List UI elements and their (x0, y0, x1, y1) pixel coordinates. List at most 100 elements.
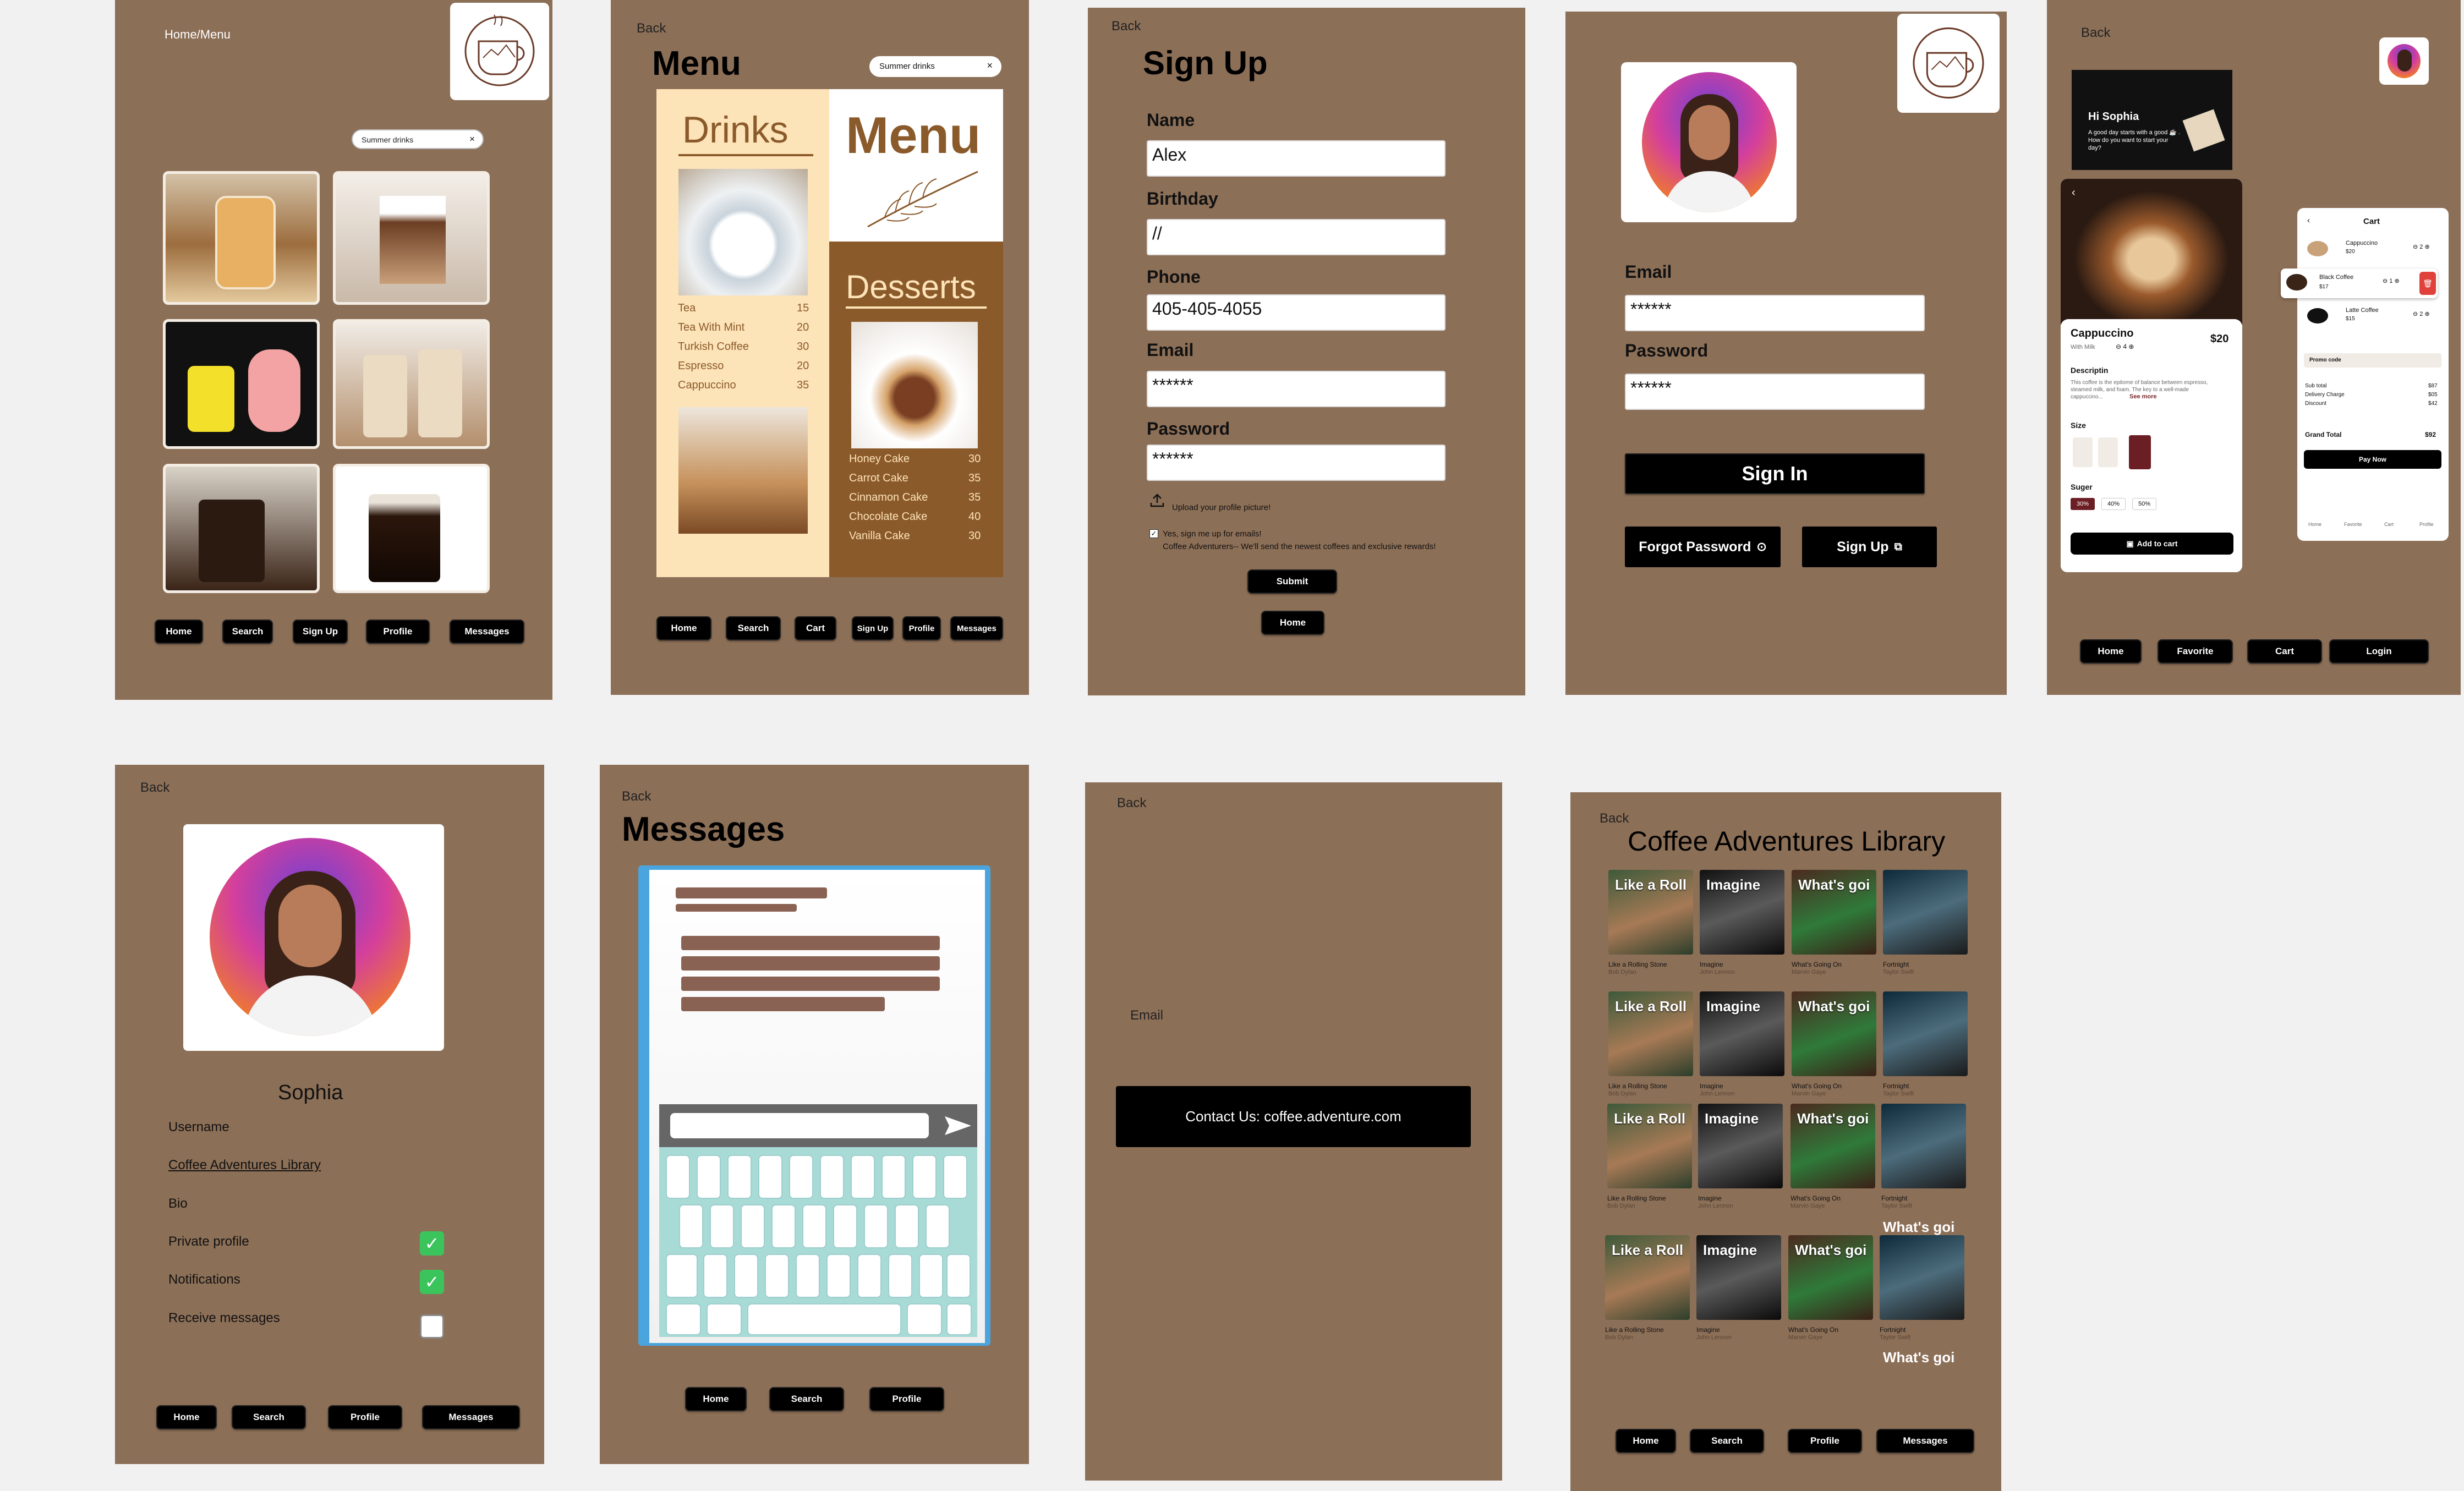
private-profile-checkbox[interactable]: ✓ (420, 1231, 444, 1256)
drink-photo[interactable] (163, 319, 320, 449)
song-card[interactable]: Like a Roll (1607, 1104, 1692, 1188)
profile-avatar-button[interactable] (2379, 37, 2429, 85)
contact-us-button[interactable]: Contact Us: coffee.adventure.com (1116, 1086, 1471, 1147)
tab-favorite[interactable]: Favorite (2344, 522, 2362, 527)
nav-sign-up[interactable]: Sign Up (293, 620, 348, 644)
song-card[interactable]: Like a Roll (1608, 870, 1693, 955)
email-field[interactable]: ****** (1147, 371, 1445, 407)
song-card[interactable]: Imagine (1700, 991, 1784, 1076)
sign-up-button[interactable]: Sign Up ⧉ (1802, 527, 1937, 567)
qty-stepper[interactable]: ⊖ 1 ⊕ (2383, 277, 2400, 284)
song-card[interactable]: What's goi (1790, 1104, 1875, 1188)
sugar-option[interactable]: 50% (2132, 498, 2156, 510)
sign-in-button[interactable]: Sign In (1625, 453, 1925, 494)
space-key[interactable] (747, 1303, 901, 1335)
nav-cart[interactable]: Cart (2247, 639, 2322, 664)
cart-item[interactable]: Black Coffee $17 ⊖ 1 ⊕ 🗑 (2281, 268, 2438, 298)
sugar-option[interactable]: 40% (2101, 498, 2126, 510)
song-card[interactable] (1883, 870, 1968, 955)
nav-profile[interactable]: Profile (1788, 1429, 1862, 1453)
drink-photo[interactable] (163, 171, 320, 305)
nav-search[interactable]: Search (726, 616, 781, 640)
receive-messages-checkbox[interactable] (420, 1314, 444, 1339)
upload-icon[interactable] (1149, 492, 1165, 508)
birthday-field[interactable]: // (1147, 219, 1445, 255)
song-card[interactable]: Like a Roll (1605, 1235, 1690, 1320)
nav-messages[interactable]: Messages (950, 616, 1003, 640)
nav-login[interactable]: Login (2329, 639, 2429, 664)
nav-search[interactable]: Search (222, 620, 273, 644)
size-medium[interactable] (2098, 437, 2118, 467)
email-consent-checkbox[interactable]: ✓ (1149, 529, 1158, 538)
nav-sign-up[interactable]: Sign Up (852, 616, 894, 640)
drink-photo[interactable] (163, 464, 320, 593)
nav-messages[interactable]: Messages (1876, 1429, 1974, 1453)
close-icon[interactable]: × (987, 60, 993, 72)
nav-search[interactable]: Search (769, 1387, 844, 1411)
drink-photo[interactable] (333, 171, 490, 305)
pay-now-button[interactable]: Pay Now (2304, 450, 2441, 469)
library-link[interactable]: Coffee Adventures Library (168, 1158, 321, 1173)
notifications-checkbox[interactable]: ✓ (420, 1270, 444, 1294)
breadcrumb[interactable]: Home/Menu (165, 28, 231, 42)
song-card[interactable] (1881, 1104, 1966, 1188)
song-card[interactable] (1883, 991, 1968, 1076)
back-link[interactable]: Back (1600, 811, 1629, 826)
nav-home[interactable]: Home (156, 1405, 217, 1429)
see-more-link[interactable]: See more (2129, 393, 2157, 400)
nav-profile[interactable]: Profile (902, 616, 941, 640)
qty-stepper[interactable]: ⊖ 2 ⊕ (2413, 310, 2430, 317)
tab-home[interactable]: Home (2308, 522, 2321, 527)
song-card[interactable] (1880, 1235, 1964, 1320)
home-button[interactable]: Home (1261, 611, 1324, 635)
back-link[interactable]: Back (637, 21, 666, 36)
nav-home[interactable]: Home (656, 616, 711, 640)
cart-item[interactable]: Latte Coffee $15 ⊖ 2 ⊕ (2303, 303, 2443, 330)
song-card[interactable]: What's goi (1792, 870, 1876, 955)
size-small[interactable] (2073, 437, 2093, 467)
add-to-cart-button[interactable]: ▣ Add to cart (2071, 533, 2233, 555)
nav-home[interactable]: Home (1616, 1429, 1676, 1453)
phone-field[interactable]: 405-405-4055 (1147, 294, 1445, 331)
upload-text[interactable]: Upload your profile picture! (1172, 503, 1271, 512)
email-field[interactable]: ****** (1625, 295, 1925, 331)
password-field[interactable]: ****** (1147, 445, 1445, 481)
nav-messages[interactable]: Messages (422, 1405, 520, 1429)
back-link[interactable]: Back (622, 789, 651, 804)
password-field[interactable]: ****** (1625, 374, 1925, 410)
drink-photo[interactable] (333, 464, 490, 593)
nav-search[interactable]: Search (232, 1405, 306, 1429)
search-box[interactable]: Summer drinks × (869, 56, 1001, 77)
search-box[interactable]: Summer drinks × (352, 129, 484, 149)
message-input[interactable] (670, 1113, 929, 1138)
promo-code-field[interactable]: Promo code (2304, 353, 2441, 368)
nav-home[interactable]: Home (685, 1387, 747, 1411)
song-card[interactable]: Imagine (1698, 1104, 1783, 1188)
song-card[interactable]: Imagine (1700, 870, 1784, 955)
back-link[interactable]: Back (1117, 796, 1146, 811)
tab-profile[interactable]: Profile (2419, 522, 2434, 527)
qty-stepper[interactable]: ⊖ 2 ⊕ (2413, 243, 2430, 250)
back-link[interactable]: Back (2081, 25, 2110, 41)
chevron-left-icon[interactable]: ‹ (2307, 216, 2310, 225)
qty-stepper[interactable]: ⊖ 4 ⊕ (2116, 343, 2134, 350)
song-card[interactable]: What's goi (1792, 991, 1876, 1076)
back-link[interactable]: Back (1111, 19, 1141, 34)
chevron-left-icon[interactable]: ‹ (2072, 187, 2076, 199)
forgot-password-button[interactable]: Forgot Password ⊙ (1625, 527, 1781, 567)
song-card[interactable]: Like a Roll (1608, 991, 1693, 1076)
nav-profile[interactable]: Profile (869, 1387, 944, 1411)
close-icon[interactable]: × (469, 134, 475, 145)
submit-button[interactable]: Submit (1247, 569, 1337, 594)
nav-profile[interactable]: Profile (366, 620, 430, 644)
song-card[interactable]: Imagine (1696, 1235, 1781, 1320)
drink-photo[interactable] (333, 319, 490, 449)
nav-favorite[interactable]: Favorite (2158, 639, 2233, 664)
nav-home[interactable]: Home (155, 620, 203, 644)
nav-messages[interactable]: Messages (450, 620, 524, 644)
size-large[interactable] (2129, 435, 2151, 469)
nav-profile[interactable]: Profile (328, 1405, 402, 1429)
trash-icon[interactable]: 🗑 (2419, 272, 2436, 295)
cart-item[interactable]: Cappuccino $20 ⊖ 2 ⊕ (2303, 235, 2443, 263)
name-field[interactable]: Alex (1147, 140, 1445, 177)
